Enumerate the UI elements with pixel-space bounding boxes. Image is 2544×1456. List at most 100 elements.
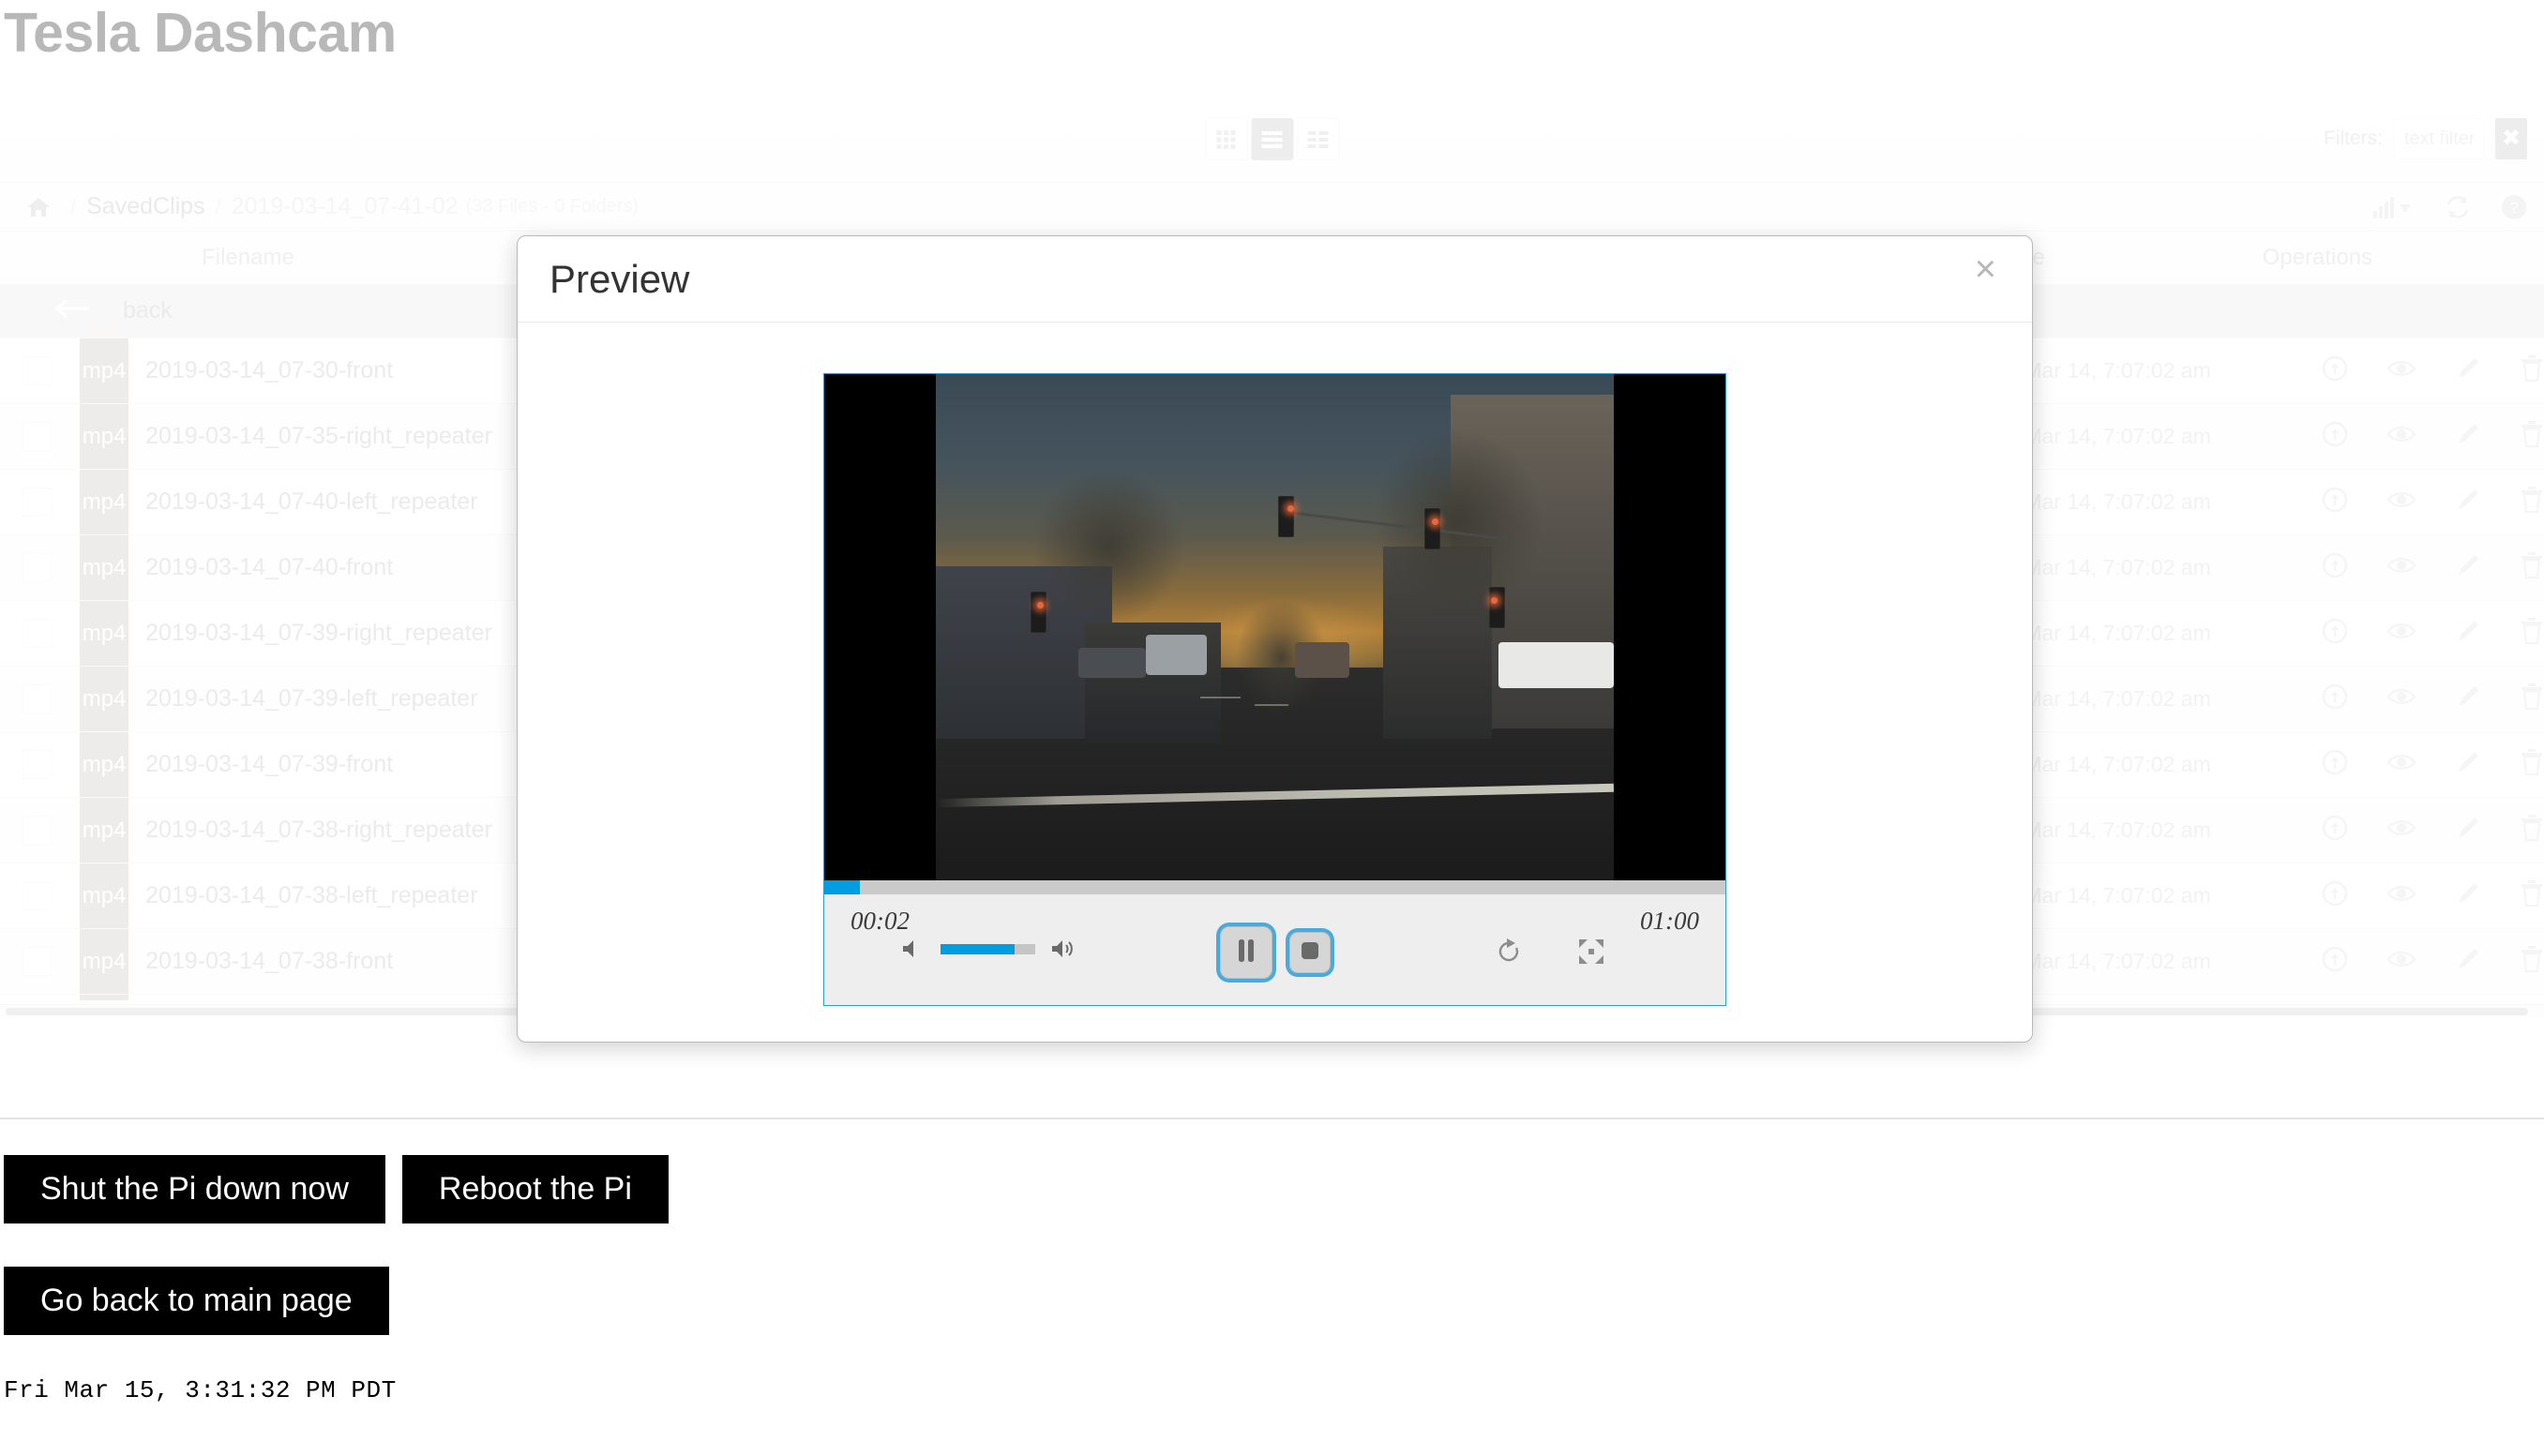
help-icon[interactable]: ? (2501, 194, 2527, 220)
shutdown-button[interactable]: Shut the Pi down now (4, 1155, 385, 1224)
file-type-badge: mp4 (80, 797, 129, 863)
trash-delete-icon[interactable] (2520, 617, 2544, 650)
pencil-edit-icon[interactable] (2454, 354, 2482, 387)
row-checkbox[interactable] (23, 618, 52, 648)
pause-icon (1236, 938, 1257, 968)
file-name-link[interactable]: 2019-03-14_07-30-front (128, 357, 393, 384)
eye-preview-icon[interactable] (2386, 882, 2416, 909)
info-icon[interactable] (2321, 617, 2349, 650)
row-select-cell (0, 403, 81, 470)
filter-clear-button[interactable]: ✖ (2495, 118, 2527, 159)
info-icon[interactable] (2321, 683, 2349, 715)
trash-delete-icon[interactable] (2520, 879, 2544, 912)
row-operations-cell (2262, 338, 2544, 404)
pencil-edit-icon[interactable] (2454, 551, 2482, 584)
pencil-edit-icon[interactable] (2454, 486, 2482, 518)
file-name-link[interactable]: 2019-03-14_07-39-front (128, 751, 393, 778)
row-checkbox[interactable] (23, 946, 52, 976)
file-name-link[interactable]: 2019-03-14_07-39-right_repeater (128, 620, 492, 647)
go-back-main-button[interactable]: Go back to main page (4, 1267, 389, 1336)
trash-delete-icon[interactable] (2520, 486, 2544, 518)
file-name-link[interactable]: 2019-03-14_07-38-left_repeater (128, 882, 477, 909)
eye-preview-icon[interactable] (2386, 751, 2416, 778)
eye-preview-icon[interactable] (2386, 357, 2416, 384)
row-operations-cell (2262, 994, 2544, 1000)
row-checkbox[interactable] (23, 880, 52, 910)
trash-delete-icon[interactable] (2520, 551, 2544, 584)
trash-delete-icon[interactable] (2520, 814, 2544, 847)
row-select-cell (0, 928, 81, 995)
pencil-edit-icon[interactable] (2454, 748, 2482, 781)
pencil-edit-icon[interactable] (2454, 420, 2482, 453)
row-checkbox[interactable] (23, 355, 52, 385)
pencil-edit-icon[interactable] (2454, 617, 2482, 650)
file-name-link[interactable]: 2019-03-14_07-39-left_repeater (128, 685, 477, 713)
row-checkbox[interactable] (23, 749, 52, 779)
eye-preview-icon[interactable] (2386, 948, 2416, 975)
table-view-button[interactable] (1297, 118, 1339, 160)
file-name-link[interactable]: 2019-03-14_07-35-right_repeater (128, 423, 492, 450)
eye-preview-icon[interactable] (2386, 817, 2416, 844)
row-select-cell (0, 600, 81, 667)
info-icon[interactable] (2321, 814, 2349, 847)
pencil-edit-icon[interactable] (2454, 879, 2482, 912)
breadcrumb-item-savedclips[interactable]: SavedClips (86, 193, 204, 220)
navigation-button-row: Go back to main page (0, 1267, 2544, 1336)
info-icon[interactable] (2321, 945, 2349, 978)
row-checkbox[interactable] (23, 815, 52, 845)
file-name-link[interactable]: 2019-03-14_07-38-front (128, 948, 393, 975)
fullscreen-icon[interactable] (1577, 938, 1605, 966)
video-frame (936, 374, 1614, 880)
trash-delete-icon[interactable] (2520, 945, 2544, 978)
signal-bars-icon[interactable] (2373, 196, 2415, 218)
pause-button[interactable] (1219, 926, 1272, 979)
video-progress-bar[interactable] (824, 880, 1725, 894)
home-icon[interactable] (26, 196, 51, 218)
table-icon (1307, 129, 1330, 150)
info-icon[interactable] (2321, 354, 2349, 387)
row-checkbox[interactable] (23, 552, 52, 582)
replay-icon[interactable] (1495, 938, 1523, 966)
file-name-link[interactable]: 2019-03-14_07-40-front (128, 554, 393, 581)
close-icon: ✖ (2501, 126, 2521, 151)
eye-preview-icon[interactable] (2386, 488, 2416, 516)
info-icon[interactable] (2321, 486, 2349, 518)
pencil-edit-icon[interactable] (2454, 945, 2482, 978)
eye-preview-icon[interactable] (2386, 554, 2416, 581)
video-player: 00:02 01:00 (823, 373, 1726, 1006)
row-checkbox[interactable] (23, 421, 52, 451)
trash-delete-icon[interactable] (2520, 748, 2544, 781)
filters-group: Filters: ✖ (2324, 118, 2527, 159)
stop-button[interactable] (1288, 932, 1331, 973)
info-icon[interactable] (2321, 879, 2349, 912)
volume-slider[interactable] (941, 943, 1035, 954)
info-icon[interactable] (2321, 551, 2349, 584)
volume-down-icon[interactable] (901, 938, 926, 960)
trash-delete-icon[interactable] (2520, 420, 2544, 453)
breadcrumb-item-current: 2019-03-14_07-41-02 (231, 193, 459, 219)
pencil-edit-icon[interactable] (2454, 814, 2482, 847)
car-white-right (1498, 642, 1614, 688)
file-name-link[interactable]: 2019-03-14_07-38-right_repeater (128, 817, 492, 844)
trash-delete-icon[interactable] (2520, 683, 2544, 715)
row-checkbox[interactable] (23, 683, 52, 713)
eye-preview-icon[interactable] (2386, 620, 2416, 647)
info-icon[interactable] (2321, 748, 2349, 781)
filter-input[interactable] (2394, 118, 2484, 159)
modal-close-button[interactable]: × (1969, 248, 2002, 292)
eye-preview-icon[interactable] (2386, 685, 2416, 713)
reboot-button[interactable]: Reboot the Pi (401, 1155, 669, 1224)
eye-preview-icon[interactable] (2386, 423, 2416, 450)
page-title: Tesla Dashcam (4, 2, 397, 64)
video-stage[interactable] (824, 374, 1725, 880)
row-checkbox[interactable] (23, 487, 52, 517)
grid-view-button[interactable] (1205, 118, 1247, 160)
pencil-edit-icon[interactable] (2454, 683, 2482, 715)
row-operations-cell (2262, 469, 2544, 535)
refresh-icon[interactable] (2445, 194, 2471, 220)
volume-up-icon[interactable] (1050, 938, 1078, 960)
file-name-link[interactable]: 2019-03-14_07-40-left_repeater (128, 488, 477, 516)
info-icon[interactable] (2321, 420, 2349, 453)
trash-delete-icon[interactable] (2520, 354, 2544, 387)
list-view-button[interactable] (1251, 118, 1293, 160)
